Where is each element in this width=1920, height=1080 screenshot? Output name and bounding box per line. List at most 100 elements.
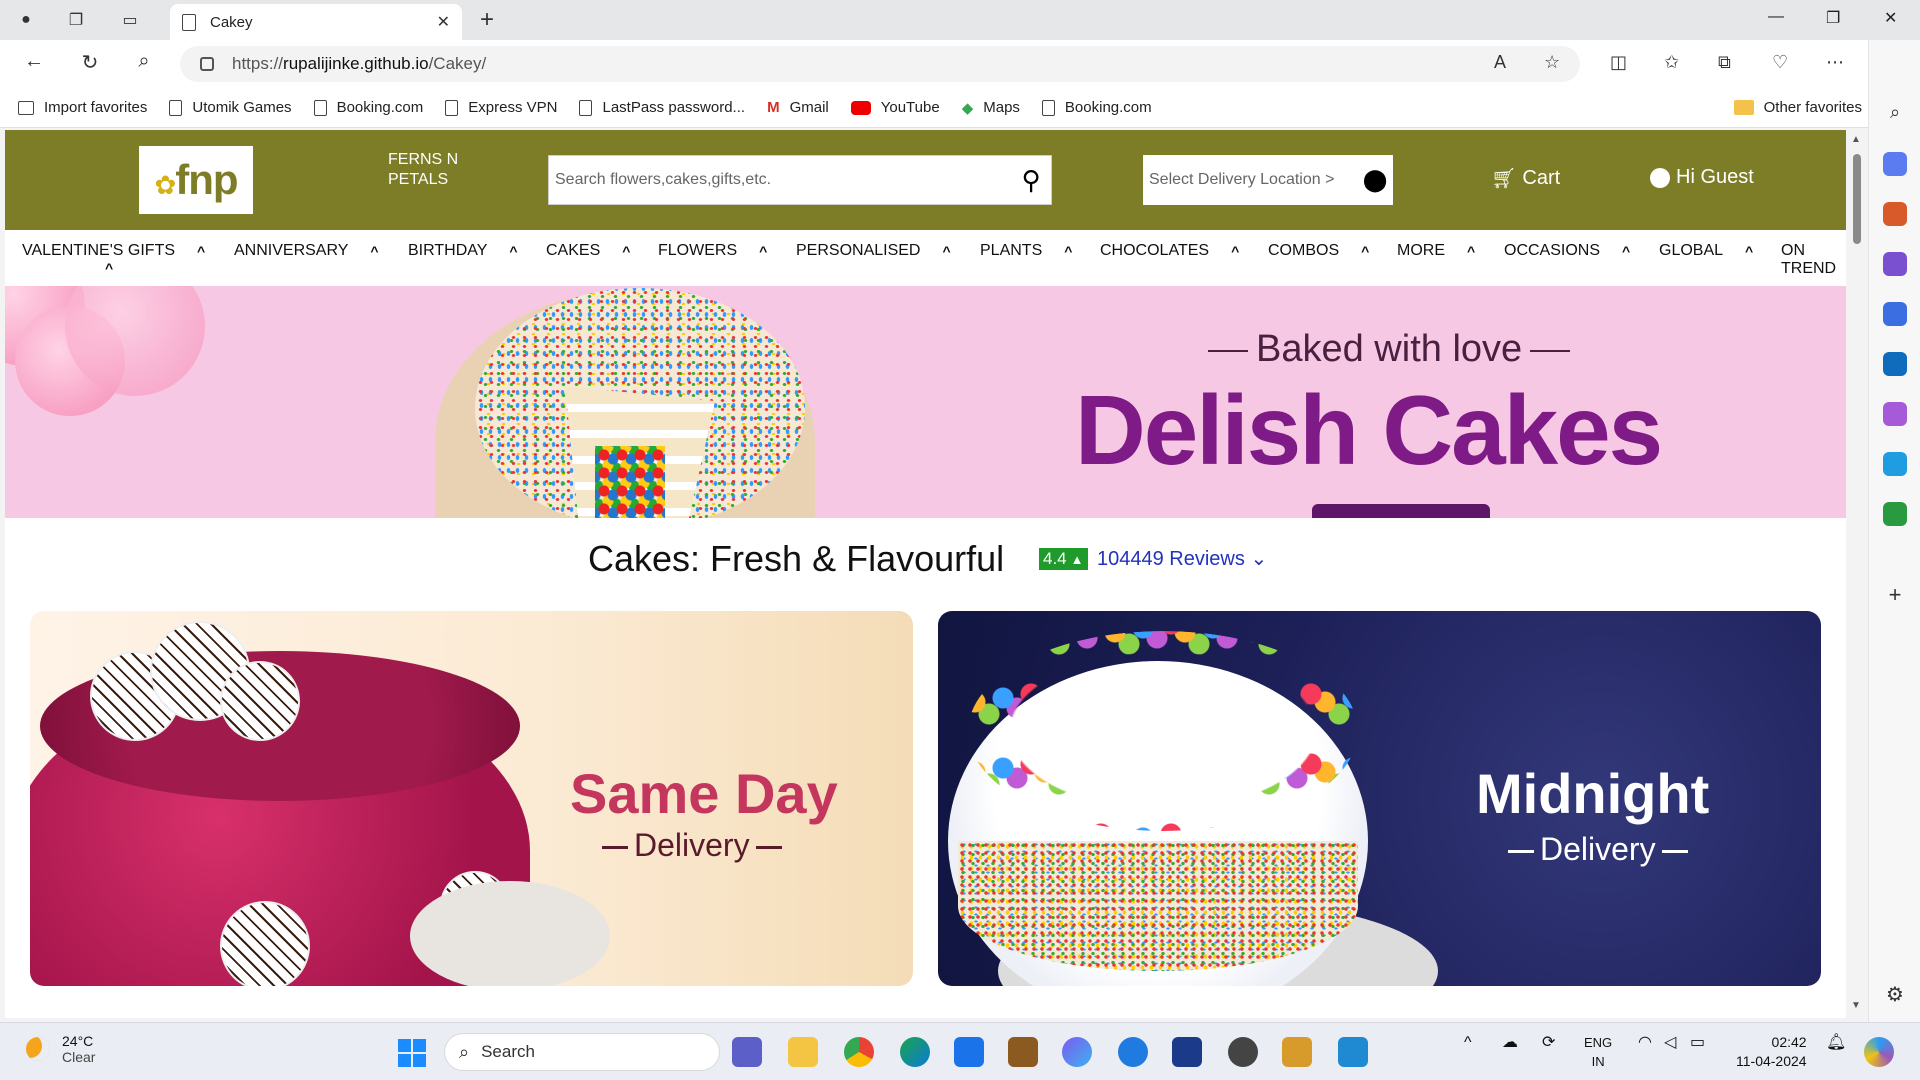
browser-essentials-icon[interactable]: ♡ — [1772, 52, 1788, 73]
file-explorer-icon[interactable] — [788, 1037, 818, 1067]
workspaces-icon[interactable]: ❐ — [64, 8, 88, 32]
volume-icon[interactable]: ◁ — [1664, 1033, 1676, 1052]
menu-personalised[interactable]: PERSONALISED ^ — [796, 242, 951, 260]
favorite-lastpass[interactable]: LastPass password... — [579, 99, 745, 116]
search-icon[interactable]: ⚲ — [1011, 165, 1051, 196]
scroll-down-icon[interactable]: ▼ — [1851, 1000, 1861, 1011]
menu-valentines-gifts[interactable]: VALENTINE'S GIFTS ^ — [22, 242, 205, 260]
caret-up-icon: ^ — [622, 243, 631, 259]
sidebar-tree-icon[interactable] — [1883, 502, 1907, 526]
sidebar-games-icon[interactable] — [1883, 252, 1907, 276]
read-aloud-icon[interactable]: A — [1494, 52, 1506, 73]
media-player-icon[interactable] — [1118, 1037, 1148, 1067]
sidebar-m365-icon[interactable] — [1883, 302, 1907, 326]
menu-anniversary[interactable]: ANNIVERSARY ^ — [234, 242, 379, 260]
on-trend-caret[interactable]: ^ — [83, 260, 113, 276]
youtube-icon — [850, 100, 871, 115]
browser-tab[interactable]: Cakey ✕ — [170, 4, 462, 40]
lock-icon[interactable] — [200, 57, 214, 71]
edge-icon[interactable] — [900, 1037, 930, 1067]
menu-global[interactable]: GLOBAL ^ — [1659, 242, 1753, 260]
sidebar-settings-icon[interactable]: ⚙ — [1883, 982, 1907, 1006]
profile-icon[interactable]: ● — [14, 8, 38, 32]
sidebar-shopping-icon[interactable] — [1883, 152, 1907, 176]
favorite-youtube[interactable]: YouTube — [850, 99, 940, 116]
favorites-icon[interactable]: ✩ — [1664, 52, 1679, 73]
restore-icon[interactable]: ❐ — [1826, 8, 1840, 28]
sidebar-tools-icon[interactable] — [1883, 202, 1907, 226]
search-icon[interactable]: ⌕ — [130, 50, 158, 73]
teams-icon[interactable] — [732, 1037, 762, 1067]
wifi-icon[interactable]: ◠ — [1638, 1033, 1652, 1052]
favorite-expressvpn[interactable]: Express VPN — [445, 99, 557, 116]
same-day-delivery-card[interactable]: Same Day Delivery — [30, 611, 913, 986]
delivery-location[interactable]: Select Delivery Location > ⬤ — [1143, 155, 1393, 205]
favorite-star-icon[interactable]: ☆ — [1544, 52, 1560, 73]
favorite-gmail[interactable]: M Gmail — [767, 99, 829, 116]
chocolate-disc-image — [220, 901, 310, 986]
more-menu-icon[interactable]: ⋯ — [1826, 52, 1844, 73]
favorite-maps[interactable]: ◆ Maps — [962, 99, 1020, 117]
back-icon[interactable]: ← — [20, 50, 48, 73]
menu-birthday[interactable]: BIRTHDAY ^ — [408, 242, 518, 260]
sidebar-outlook-icon[interactable] — [1883, 352, 1907, 376]
chrome-icon[interactable] — [844, 1037, 874, 1067]
sidebar-drop-icon[interactable] — [1883, 452, 1907, 476]
caret-up-icon: ^ — [197, 243, 206, 259]
banner-button[interactable] — [1312, 504, 1490, 518]
minimize-icon[interactable]: — — [1768, 8, 1784, 26]
battery-icon[interactable]: ▭ — [1690, 1033, 1705, 1052]
menu-combos[interactable]: COMBOS ^ — [1268, 242, 1369, 260]
menu-flowers[interactable]: FLOWERS ^ — [658, 242, 767, 260]
clock[interactable]: 02:42 11-04-2024 — [1736, 1033, 1807, 1071]
page-scrollbar[interactable]: ▲ ▼ — [1847, 130, 1867, 1018]
app-icon[interactable] — [1172, 1037, 1202, 1067]
sidebar-search-icon[interactable]: ⌕ — [1883, 102, 1907, 126]
notification-bell-icon[interactable]: 🔔︎ — [1826, 1033, 1846, 1052]
weather-widget[interactable]: 24°C Clear — [26, 1033, 95, 1065]
menu-occasions[interactable]: OCCASIONS ^ — [1504, 242, 1630, 260]
menu-on-trend[interactable]: ON TREND — [1781, 242, 1841, 278]
menu-more[interactable]: MORE ^ — [1397, 242, 1475, 260]
sidebar-designer-icon[interactable] — [1883, 402, 1907, 426]
sidebar-add-icon[interactable]: + — [1883, 582, 1907, 607]
windows-start-icon[interactable] — [398, 1039, 426, 1067]
language-indicator[interactable]: ENG IN — [1584, 1033, 1612, 1071]
hero-banner[interactable]: Baked with love Delish Cakes — [5, 286, 1846, 518]
menu-plants[interactable]: PLANTS ^ — [980, 242, 1072, 260]
cart-button[interactable]: 🛒︎ Cart — [1491, 166, 1560, 191]
fnp-logo[interactable]: ✿fnp — [139, 146, 253, 214]
reviews-link[interactable]: 104449 Reviews ⌄ — [1097, 546, 1267, 571]
account-button[interactable]: Hi Guest — [1650, 166, 1754, 189]
new-tab-button[interactable]: + — [480, 6, 494, 34]
app-icon[interactable] — [1282, 1037, 1312, 1067]
vscode-icon[interactable] — [1338, 1037, 1368, 1067]
search-input[interactable] — [555, 171, 1011, 189]
menu-chocolates[interactable]: CHOCOLATES ^ — [1100, 242, 1239, 260]
address-bar[interactable]: https://rupalijinke.github.io/Cakey/ — [180, 46, 1580, 82]
other-favorites[interactable]: Other favorites — [1733, 99, 1862, 116]
favorite-booking-2[interactable]: Booking.com — [1041, 99, 1152, 116]
menu-cakes[interactable]: CAKES ^ — [546, 242, 630, 260]
chatgpt-icon[interactable] — [1228, 1037, 1258, 1067]
collections-icon[interactable]: ⧉ — [1718, 52, 1731, 73]
scroll-thumb[interactable] — [1853, 154, 1861, 244]
mail-icon[interactable] — [954, 1037, 984, 1067]
onedrive-icon[interactable]: ☁ — [1502, 1033, 1518, 1052]
taskbar-search[interactable]: ⌕ Search — [444, 1033, 720, 1071]
favorite-utomik[interactable]: Utomik Games — [169, 99, 292, 116]
scroll-up-icon[interactable]: ▲ — [1851, 134, 1861, 145]
tab-actions-icon[interactable]: ▭ — [118, 8, 142, 32]
chevron-up-icon[interactable]: ^ — [1464, 1033, 1472, 1052]
close-tab-icon[interactable]: ✕ — [437, 12, 450, 32]
split-screen-icon[interactable]: ◫ — [1610, 52, 1627, 73]
sync-icon[interactable]: ⟳ — [1542, 1033, 1555, 1052]
dosbox-icon[interactable] — [1008, 1037, 1038, 1067]
close-window-icon[interactable]: ✕ — [1884, 8, 1897, 28]
copilot-tray-icon[interactable] — [1864, 1037, 1894, 1067]
copilot-taskbar-icon[interactable] — [1062, 1037, 1092, 1067]
refresh-icon[interactable]: ↻ — [76, 50, 104, 75]
favorite-booking[interactable]: Booking.com — [313, 99, 423, 116]
midnight-delivery-card[interactable]: Midnight Delivery — [938, 611, 1821, 986]
favorite-import[interactable]: Import favorites — [18, 99, 147, 116]
